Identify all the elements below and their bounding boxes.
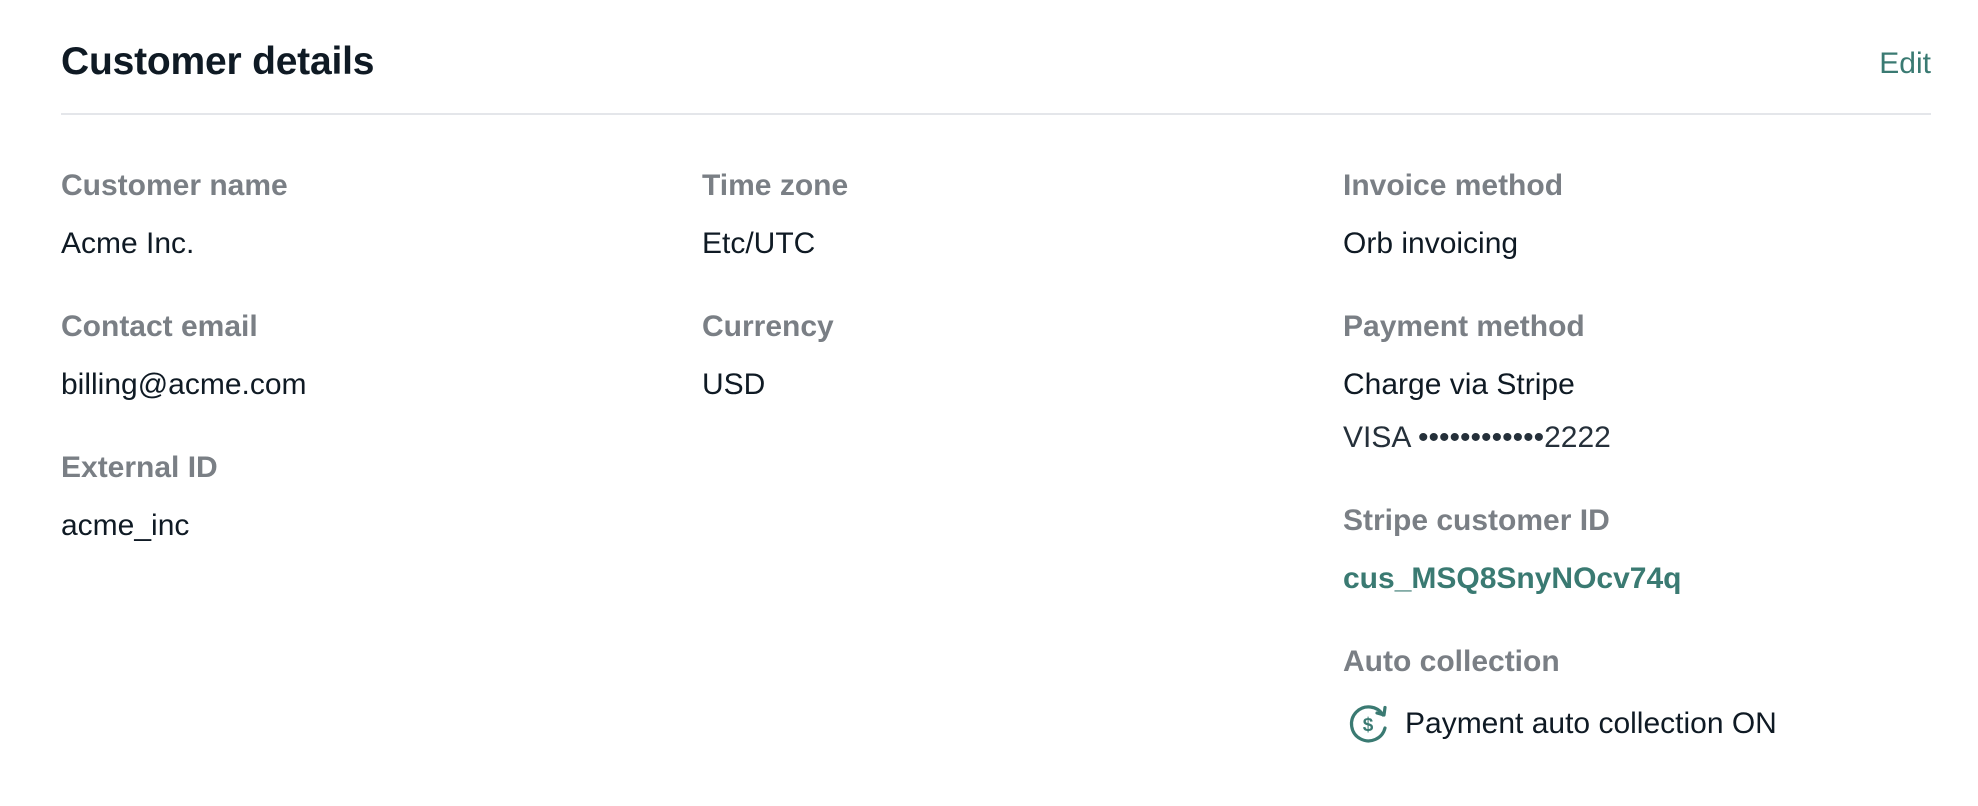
currency-label: Currency bbox=[702, 310, 834, 343]
panel-header: Customer details Edit bbox=[61, 0, 1931, 115]
customer-name-value: Acme Inc. bbox=[61, 227, 195, 260]
contact-email-value: billing@acme.com bbox=[61, 368, 307, 401]
stripe-customer-id-label: Stripe customer ID bbox=[1343, 504, 1610, 537]
payment-method-label: Payment method bbox=[1343, 310, 1585, 343]
stripe-customer-id-link[interactable]: cus_MSQ8SnyNOcv74q bbox=[1343, 559, 1681, 599]
auto-collection-status: $ Payment auto collection ON bbox=[1343, 700, 1777, 748]
auto-collection-label: Auto collection bbox=[1343, 645, 1560, 678]
external-id-label: External ID bbox=[61, 451, 218, 484]
customer-details-panel: Customer details Edit Customer name Acme… bbox=[61, 0, 1931, 806]
payment-card-value: VISA ••••••••••••2222 bbox=[1343, 421, 1611, 454]
currency-value: USD bbox=[702, 368, 766, 401]
external-id-value: acme_inc bbox=[61, 509, 190, 542]
dollar-refresh-icon: $ bbox=[1349, 705, 1387, 743]
auto-collection-value: Payment auto collection ON bbox=[1405, 707, 1777, 740]
invoice-method-label: Invoice method bbox=[1343, 169, 1564, 202]
contact-email-label: Contact email bbox=[61, 310, 258, 343]
time-zone-value: Etc/UTC bbox=[702, 227, 816, 260]
svg-text:$: $ bbox=[1363, 715, 1374, 736]
page-title: Customer details bbox=[61, 40, 375, 83]
payment-method-value: Charge via Stripe bbox=[1343, 368, 1575, 401]
customer-name-label: Customer name bbox=[61, 169, 288, 202]
invoice-method-value: Orb invoicing bbox=[1343, 227, 1519, 260]
time-zone-label: Time zone bbox=[702, 169, 849, 202]
edit-button[interactable]: Edit bbox=[1879, 44, 1931, 84]
